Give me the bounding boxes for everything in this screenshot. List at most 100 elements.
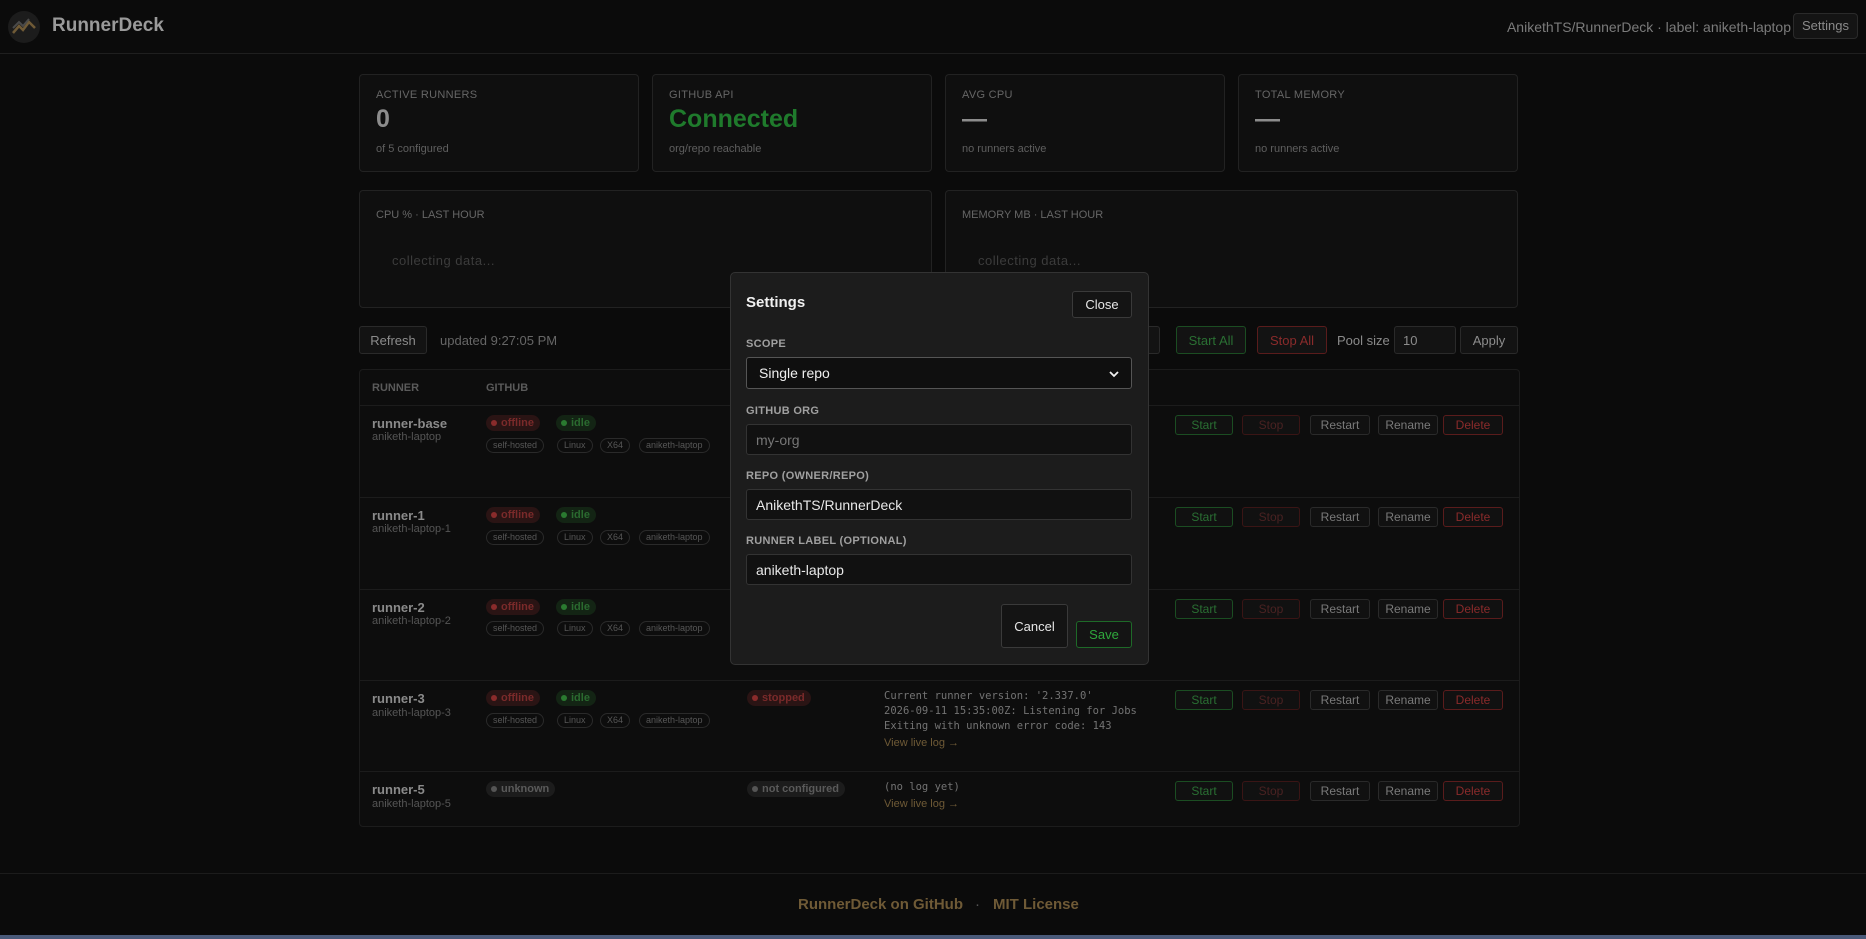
runner-name: runner-base xyxy=(372,416,448,431)
runner-name: runner-1 xyxy=(372,508,425,523)
github-org-input[interactable]: my-org xyxy=(746,424,1132,455)
status-badge: offline xyxy=(486,690,540,706)
logo-icon xyxy=(8,11,40,43)
stat-value: — xyxy=(962,105,987,133)
pool-size-input[interactable]: 10 xyxy=(1394,326,1456,354)
label-tag: X64 xyxy=(600,621,631,636)
status-dot-icon xyxy=(561,420,567,426)
start-button[interactable]: Start xyxy=(1175,507,1233,527)
delete-button[interactable]: Delete xyxy=(1443,415,1503,435)
label-tag: self-hosted xyxy=(486,530,545,545)
status-badge: offline xyxy=(486,415,540,431)
stat-card-avg-cpu: AVG CPU — no runners active xyxy=(945,74,1225,172)
delete-button[interactable]: Delete xyxy=(1443,781,1503,801)
stat-label: TOTAL MEMORY xyxy=(1255,89,1345,101)
scope-label: SCOPE xyxy=(746,338,787,350)
label-tag: aniketh-laptop xyxy=(639,713,710,728)
status-badge: offline xyxy=(486,507,540,523)
runner-log: (no log yet) xyxy=(884,781,960,793)
stop-button[interactable]: Stop xyxy=(1242,690,1300,710)
start-button[interactable]: Start xyxy=(1175,781,1233,801)
status-dot-icon xyxy=(491,604,497,610)
label-tag: aniketh-laptop xyxy=(639,621,710,636)
cancel-button[interactable]: Cancel xyxy=(1001,604,1068,648)
scope-select[interactable]: Single repo xyxy=(746,357,1132,389)
runner-host: aniketh-laptop-5 xyxy=(372,798,451,810)
close-button[interactable]: Close xyxy=(1072,291,1132,318)
stop-button[interactable]: Stop xyxy=(1242,507,1300,527)
repo-label: REPO (OWNER/REPO) xyxy=(746,470,870,482)
refresh-button[interactable]: Refresh xyxy=(359,326,427,354)
rename-button[interactable]: Rename xyxy=(1378,599,1438,619)
start-button[interactable]: Start xyxy=(1175,599,1233,619)
delete-button[interactable]: Delete xyxy=(1443,507,1503,527)
github-org-label: GITHUB ORG xyxy=(746,405,820,417)
stop-button[interactable]: Stop xyxy=(1242,599,1300,619)
footer-separator: · xyxy=(975,896,980,913)
stat-label: ACTIVE RUNNERS xyxy=(376,89,478,101)
chart-label: CPU % · LAST HOUR xyxy=(376,209,485,221)
start-button[interactable]: Start xyxy=(1175,415,1233,435)
app-footer: RunnerDeck on GitHub · MIT License xyxy=(0,873,1866,935)
runner-name: runner-5 xyxy=(372,782,425,797)
busy-badge: idle xyxy=(556,507,596,523)
rename-button[interactable]: Rename xyxy=(1378,781,1438,801)
stat-sub: of 5 configured xyxy=(376,143,449,155)
restart-button[interactable]: Restart xyxy=(1310,690,1370,710)
restart-button[interactable]: Restart xyxy=(1310,507,1370,527)
restart-button[interactable]: Restart xyxy=(1310,415,1370,435)
rename-button[interactable]: Rename xyxy=(1378,415,1438,435)
save-button[interactable]: Save xyxy=(1076,621,1132,648)
restart-button[interactable]: Restart xyxy=(1310,599,1370,619)
label-tag: self-hosted xyxy=(486,621,545,636)
stop-button[interactable]: Stop xyxy=(1242,781,1300,801)
table-row: runner-5 aniketh-laptop-5 unknown not co… xyxy=(360,771,1519,827)
column-header-github: GITHUB xyxy=(486,382,529,394)
stop-button[interactable]: Stop xyxy=(1242,415,1300,435)
status-dot-icon xyxy=(752,695,758,701)
runner-host: aniketh-laptop-3 xyxy=(372,707,451,719)
settings-button[interactable]: Settings xyxy=(1793,13,1858,39)
github-link[interactable]: RunnerDeck on GitHub xyxy=(798,896,963,913)
busy-text: idle xyxy=(571,509,590,521)
stat-value: 0 xyxy=(376,105,390,133)
label-tag: aniketh-laptop xyxy=(639,530,710,545)
busy-text: idle xyxy=(571,692,590,704)
label-tag: self-hosted xyxy=(486,438,545,453)
container-status-text: stopped xyxy=(762,692,805,704)
status-text: offline xyxy=(501,692,534,704)
app-header: RunnerDeck AnikethTS/RunnerDeck · label:… xyxy=(0,0,1866,54)
busy-text: idle xyxy=(571,601,590,613)
status-badge: unknown xyxy=(486,781,556,797)
repo-input[interactable]: AnikethTS/RunnerDeck xyxy=(746,489,1132,520)
restart-button[interactable]: Restart xyxy=(1310,781,1370,801)
start-button[interactable]: Start xyxy=(1175,690,1233,710)
pool-size-label: Pool size xyxy=(1337,333,1390,348)
view-live-log-link[interactable]: View live log → xyxy=(884,798,959,810)
runner-label-input[interactable]: aniketh-laptop xyxy=(746,554,1132,585)
status-dot-icon xyxy=(561,695,567,701)
view-live-log-link[interactable]: View live log → xyxy=(884,737,959,749)
runner-label-label: RUNNER LABEL (OPTIONAL) xyxy=(746,535,907,547)
stat-label: AVG CPU xyxy=(962,89,1013,101)
rename-button[interactable]: Rename xyxy=(1378,507,1438,527)
start-all-button[interactable]: Start All xyxy=(1176,326,1246,354)
delete-button[interactable]: Delete xyxy=(1443,690,1503,710)
column-header-runner: RUNNER xyxy=(372,382,420,394)
table-row: runner-3 aniketh-laptop-3 offline idle s… xyxy=(360,680,1519,771)
apply-button[interactable]: Apply xyxy=(1460,326,1518,354)
scope-selected-value: Single repo xyxy=(759,365,830,381)
stat-value: — xyxy=(1255,105,1280,133)
rename-button[interactable]: Rename xyxy=(1378,690,1438,710)
label-tag: Linux xyxy=(557,438,593,453)
stat-value: Connected xyxy=(669,105,799,133)
runner-host: aniketh-laptop-1 xyxy=(372,523,451,535)
stop-all-button[interactable]: Stop All xyxy=(1257,326,1327,354)
delete-button[interactable]: Delete xyxy=(1443,599,1503,619)
label-tag: Linux xyxy=(557,621,593,636)
updated-time: updated 9:27:05 PM xyxy=(440,333,558,348)
label-tag: X64 xyxy=(600,530,631,545)
license-link[interactable]: MIT License xyxy=(993,896,1079,913)
app-brand: RunnerDeck xyxy=(52,15,164,36)
label-tag: aniketh-laptop xyxy=(639,438,710,453)
